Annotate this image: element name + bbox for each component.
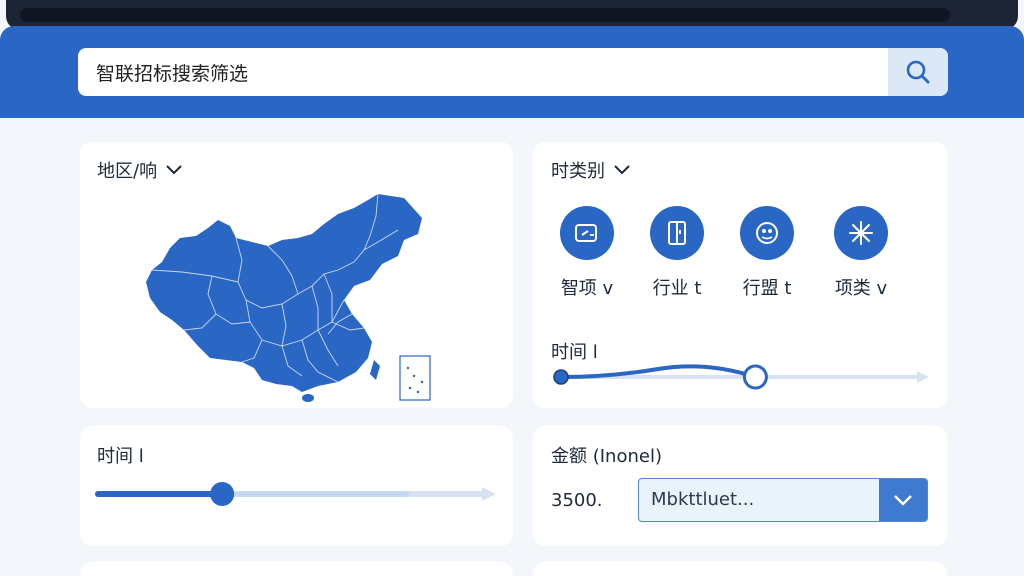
region-filter-dropdown[interactable]: 地区/响 bbox=[97, 157, 183, 183]
category-item-2[interactable]: 行业 t bbox=[637, 206, 717, 300]
book-icon bbox=[650, 206, 704, 260]
search-box bbox=[78, 48, 948, 96]
type-title: 时类别 bbox=[551, 161, 605, 182]
chevron-down-icon bbox=[614, 165, 630, 175]
amount-title: 金额 (Inonel) bbox=[551, 446, 662, 467]
category-item-4[interactable]: 项类 v bbox=[821, 206, 901, 300]
china-map[interactable] bbox=[142, 190, 442, 405]
search-input[interactable] bbox=[78, 48, 888, 96]
chevron-down-icon bbox=[894, 495, 912, 506]
time-title: 时间 l bbox=[97, 446, 144, 467]
category-label: 智项 v bbox=[560, 278, 614, 299]
type-filter-dropdown[interactable]: 时类别 bbox=[551, 157, 631, 183]
bottom-right-card bbox=[533, 562, 947, 576]
search-button[interactable] bbox=[888, 48, 948, 96]
search-icon bbox=[906, 60, 930, 84]
edit-icon bbox=[560, 206, 614, 260]
type-time-slider[interactable] bbox=[551, 360, 931, 394]
slider-thumb[interactable] bbox=[742, 364, 768, 390]
amount-value: 3500. bbox=[551, 490, 603, 511]
region-title: 地区/响 bbox=[97, 161, 158, 182]
type-card: 时类别 智项 v 行业 t 行盟 t 项类 v 时间 l bbox=[533, 142, 947, 408]
slider-thumb[interactable] bbox=[210, 482, 235, 506]
category-item-1[interactable]: 智项 v bbox=[547, 206, 627, 300]
snowflake-icon bbox=[834, 206, 888, 260]
time-card: 时间 l bbox=[80, 426, 513, 546]
group-icon bbox=[740, 206, 794, 260]
region-card: 地区/响 bbox=[80, 142, 513, 408]
amount-dropdown[interactable]: Mbkttluet... bbox=[638, 478, 928, 522]
category-item-3[interactable]: 行盟 t bbox=[727, 206, 807, 300]
time-slider[interactable] bbox=[94, 478, 499, 510]
category-label: 行业 t bbox=[652, 278, 702, 299]
category-label: 行盟 t bbox=[742, 278, 792, 299]
category-label: 项类 v bbox=[834, 278, 888, 299]
dropdown-button[interactable] bbox=[879, 479, 927, 521]
chevron-down-icon bbox=[166, 165, 182, 175]
dropdown-value: Mbkttluet... bbox=[651, 489, 755, 510]
bottom-left-card bbox=[80, 562, 513, 576]
